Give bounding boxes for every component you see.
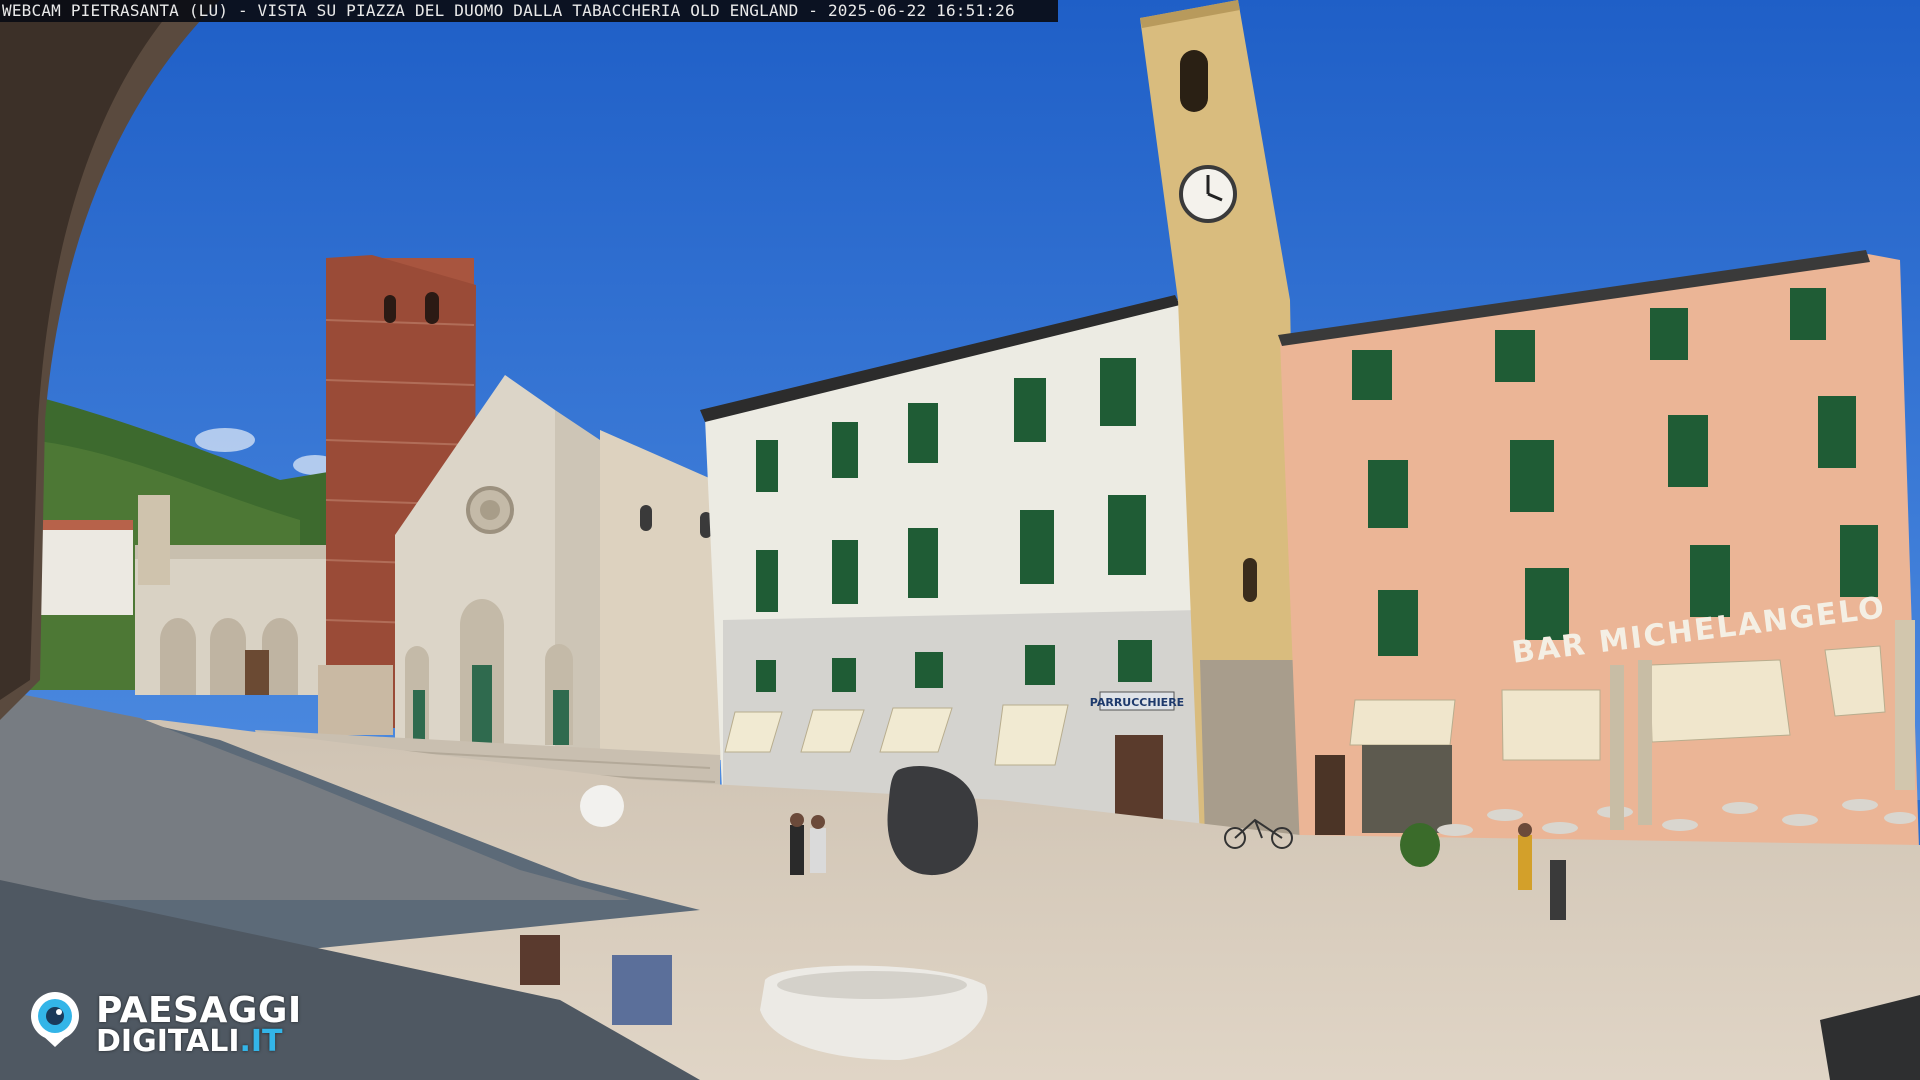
duomo-door [472, 665, 492, 745]
webcam-scene: PARRUCCHIERE BAR MICHELANGELO WEBCAM PIE… [0, 0, 1920, 1080]
logo-text-digitali: DIGITALI.IT [96, 1024, 283, 1059]
logo-text-tld: .IT [239, 1024, 283, 1059]
paesaggi-digitali-logo: PAESAGGI DIGITALI.IT [26, 990, 346, 1060]
piazza-view: PARRUCCHIERE BAR MICHELANGELO [0, 0, 1920, 1080]
sculpture-sphere [580, 785, 624, 827]
shop-sign-text: PARRUCCHIERE [1090, 696, 1184, 709]
webcam-caption: WEBCAM PIETRASANTA (LU) - VISTA SU PIAZZ… [0, 0, 1058, 22]
left-bell-tower [138, 495, 170, 585]
logo-text-digitali-main: DIGITALI [96, 1024, 240, 1059]
eye-icon [31, 992, 79, 1047]
